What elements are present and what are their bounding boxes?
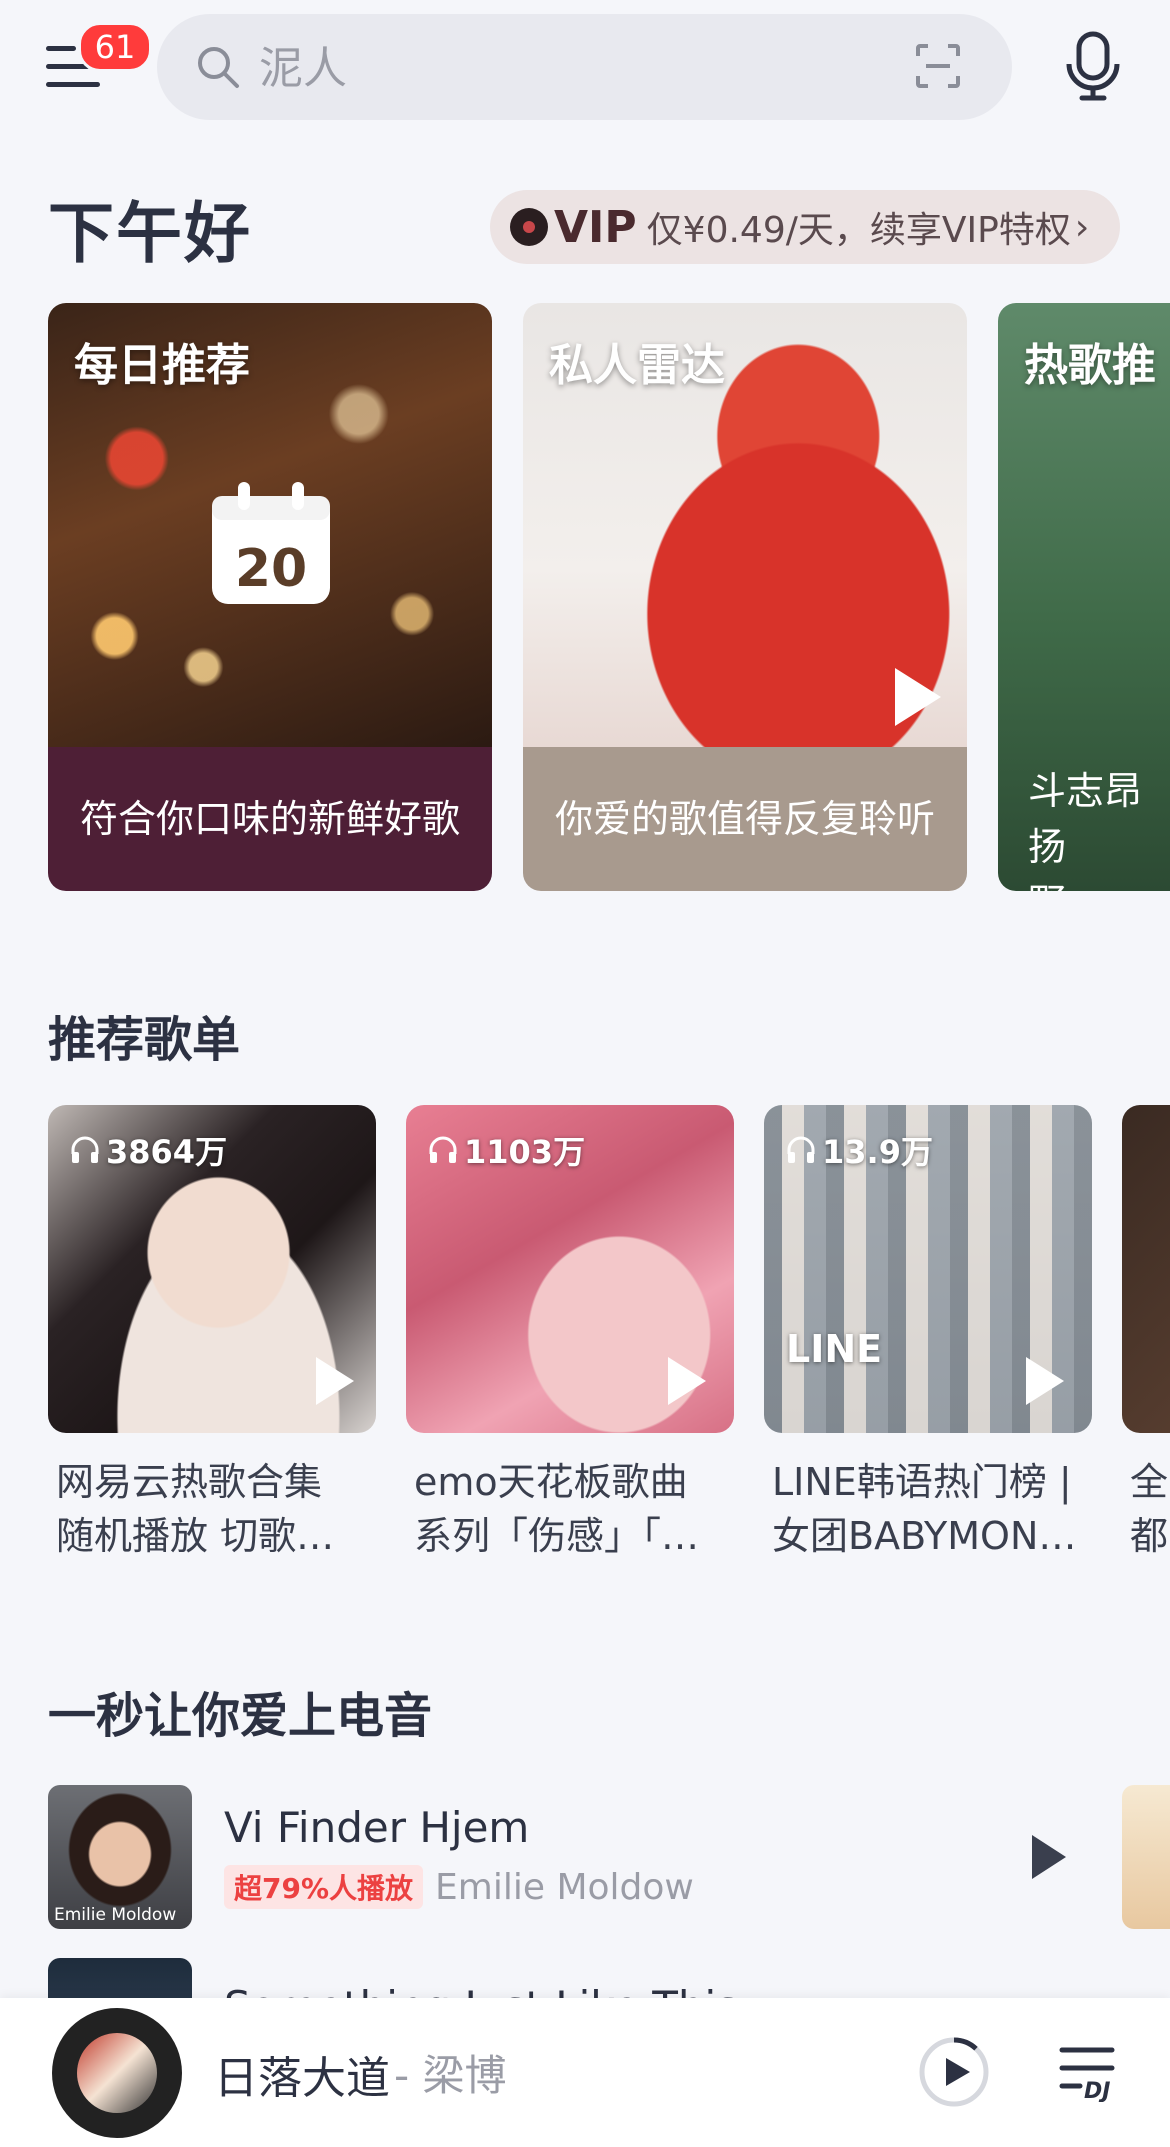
play-count: 3864万 [70,1127,227,1173]
card-caption: 斗志昂扬 野 [1028,769,1143,891]
section-title-playlists: 推荐歌单 [48,1012,241,1068]
playlist-cover: 13.9万 LINE [764,1105,1092,1433]
song-row[interactable]: Emilie Moldow Vi Finder Hjem 超79%人播放 Emi… [48,1785,1170,1929]
now-playing-artist: - 梁博 [394,2042,507,2103]
play-icon[interactable] [1032,1835,1066,1879]
playlist-card[interactable]: 全 都 [1122,1105,1170,1563]
menu-icon-line [46,46,76,51]
play-count: 1103万 [428,1127,585,1173]
playlist-name: 全 都 [1130,1460,1169,1558]
mini-player[interactable]: 日落大道 - 梁博 DJ [0,1998,1170,2147]
daily-recommend-card[interactable]: 每日推荐 20 符合你口味的新鲜好歌 [48,303,492,891]
card-title: 每日推荐 [74,340,250,391]
album-art [77,2033,157,2113]
chevron-right-icon: › [1074,206,1090,248]
card-title: 热歌推 [1024,340,1156,391]
search-input[interactable] [257,14,861,122]
search-bar[interactable] [157,14,1012,122]
popularity-tag: 超79%人播放 [224,1865,424,1909]
private-radar-card[interactable]: 私人雷达 你爱的歌值得反复聆听 [523,303,967,891]
vip-offer-text: 仅¥0.49/天，续享VIP特权 [646,210,1071,251]
artist-name: 梁博 [422,2051,507,2100]
playlist-card[interactable]: 3864万 网易云热歌合集 随机播放 切歌… [48,1105,376,1563]
scan-icon[interactable] [914,42,962,90]
playlist-name: 网易云热歌合集 随机播放 切歌… [56,1460,335,1558]
playlist-dj-icon[interactable]: DJ [1058,2042,1116,2102]
play-count-text: 3864万 [106,1133,228,1171]
album-disc[interactable] [52,2008,182,2138]
next-card-peek [1122,1785,1170,1929]
notification-badge: 61 [78,22,152,72]
greeting-heading: 下午好 [48,195,252,272]
menu-icon-line [46,82,100,87]
vip-promo-banner[interactable]: VIP 仅¥0.49/天，续享VIP特权 › [490,190,1120,264]
play-icon[interactable] [1026,1357,1064,1405]
headphones-icon [71,1136,99,1163]
song-meta: 超79%人播放 Emilie Moldow [224,1865,694,1909]
section-title-songs: 一秒让你爱上电音 [48,1688,433,1744]
headphones-icon [429,1136,457,1163]
song-row[interactable]: Something Just Like This [48,1958,1170,1998]
play-icon[interactable] [668,1357,706,1405]
headphones-icon [787,1136,815,1163]
song-title: Vi Finder Hjem [224,1803,530,1852]
playlist-cover: 1103万 [406,1105,734,1433]
thumbnail-caption: Emilie Moldow [54,1905,177,1925]
card-caption: 你爱的歌值得反复聆听 [554,797,935,841]
play-icon[interactable] [895,668,941,726]
artist-separator: - [394,2051,423,2100]
playlist-card[interactable]: 1103万 emo天花板歌曲 系列「伤感」「… [406,1105,734,1563]
hot-songs-card[interactable]: 热歌推 斗志昂扬 野 [998,303,1170,891]
card-title: 私人雷达 [549,340,725,391]
song-artist: Emilie Moldow [435,1866,694,1908]
song-title: Something Just Like This [224,1982,738,1998]
calendar-day: 20 [235,539,307,599]
top-bar: 61 [0,0,1170,135]
now-playing-title: 日落大道 [214,2053,390,2104]
play-pause-icon[interactable] [918,2036,990,2108]
song-thumbnail [48,1958,192,1998]
song-thumbnail: Emilie Moldow [48,1785,192,1929]
playlist-card[interactable]: 13.9万 LINE LINE韩语热门榜 | 女团BABYMON… [764,1105,1092,1563]
play-count-text: 13.9万 [822,1133,933,1171]
cover-label: LINE [786,1327,883,1371]
playlist-cover [1122,1105,1170,1433]
card-caption: 符合你口味的新鲜好歌 [79,797,460,841]
playlist-cover: 3864万 [48,1105,376,1433]
vip-label: VIP [554,201,637,253]
search-icon [198,47,239,88]
playlist-name: emo天花板歌曲 系列「伤感」「… [414,1460,700,1558]
vinyl-disc-icon [510,208,548,246]
playlist-name: LINE韩语热门榜 | 女团BABYMON… [772,1460,1077,1558]
dj-label: DJ [1084,2079,1110,2102]
play-count-text: 1103万 [464,1133,586,1171]
microphone-icon[interactable] [1062,30,1124,102]
play-icon[interactable] [316,1357,354,1405]
calendar-icon: 20 [212,482,330,604]
play-count: 13.9万 [786,1127,933,1173]
